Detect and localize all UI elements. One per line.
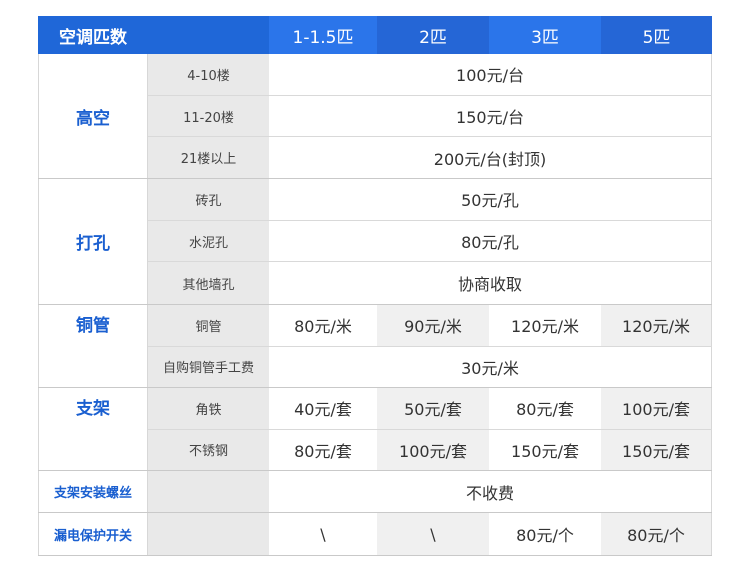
- price-5hp: 120元/米: [601, 305, 712, 346]
- row-value: 50元/孔: [269, 179, 712, 220]
- table-header: 空调匹数 1-1.5匹 2匹 3匹 5匹: [38, 16, 712, 54]
- row-label: 21楼以上: [148, 137, 269, 179]
- row-value: 80元/孔: [269, 220, 712, 262]
- table-row: 11-20楼 150元/台: [148, 95, 712, 138]
- row-value: 不收费: [269, 471, 712, 512]
- price-1-1.5hp: \: [320, 524, 326, 544]
- price-2hp: 100元/套: [377, 429, 489, 470]
- row-value: 200元/台(封顶): [269, 137, 712, 179]
- row-label: 水泥孔: [148, 220, 269, 262]
- table-row: 不收费: [148, 471, 712, 512]
- header-blank: [148, 16, 269, 54]
- row-label: 铜管: [148, 305, 269, 346]
- price-table: 空调匹数 1-1.5匹 2匹 3匹 5匹 高空 4-10楼 100元/台 11-…: [38, 16, 712, 556]
- table-row: 水泥孔 80元/孔: [148, 220, 712, 263]
- row-label: 4-10楼: [148, 54, 269, 95]
- row-label: 自购铜管手工费: [148, 346, 269, 387]
- group-name: 漏电保护开关: [38, 513, 148, 555]
- group-name: 支架: [38, 388, 148, 470]
- row-value: 100元/台: [269, 54, 712, 95]
- table-row: 不锈钢 80元/套 100元/套 150元/套 150元/套: [148, 429, 712, 470]
- table-row: 21楼以上 200元/台(封顶): [148, 137, 712, 179]
- row-value: 协商收取: [269, 262, 712, 304]
- group-drilling: 打孔 砖孔 50元/孔 水泥孔 80元/孔 其他墙孔 协商收取: [38, 179, 712, 305]
- table-row: 角铁 40元/套 50元/套 80元/套 100元/套: [148, 388, 712, 430]
- price-3hp: 150元/套: [511, 441, 579, 461]
- header-1-1.5hp: 1-1.5匹: [269, 16, 377, 54]
- group-name: 支架安装螺丝: [38, 471, 148, 512]
- group-bracket-screws: 支架安装螺丝 不收费: [38, 471, 712, 513]
- group-name: 高空: [38, 54, 148, 178]
- table-row: 砖孔 50元/孔: [148, 179, 712, 221]
- table-row: 4-10楼 100元/台: [148, 54, 712, 96]
- table-row: 铜管 80元/米 90元/米 120元/米 120元/米: [148, 305, 712, 347]
- price-3hp: 120元/米: [511, 317, 579, 337]
- header-3hp: 3匹: [489, 16, 601, 54]
- row-value: 30元/米: [269, 346, 712, 387]
- row-value: 150元/台: [269, 95, 712, 137]
- row-label: 11-20楼: [148, 95, 269, 137]
- price-2hp: 50元/套: [377, 388, 489, 429]
- group-leakage-switch: 漏电保护开关 \ \ 80元/个 80元/个: [38, 513, 712, 556]
- price-5hp: 80元/个: [601, 513, 712, 555]
- price-5hp: 150元/套: [601, 429, 712, 470]
- row-label-blank: [148, 513, 269, 555]
- price-1-1.5hp: 80元/套: [294, 441, 352, 461]
- group-copper-pipe: 铜管 铜管 80元/米 90元/米 120元/米 120元/米 自购铜管手工费 …: [38, 305, 712, 388]
- price-2hp: \: [377, 513, 489, 555]
- row-label: 不锈钢: [148, 429, 269, 470]
- group-high-altitude: 高空 4-10楼 100元/台 11-20楼 150元/台 21楼以上 200元…: [38, 54, 712, 179]
- row-label: 其他墙孔: [148, 262, 269, 304]
- group-name: 打孔: [38, 179, 148, 304]
- group-name: 铜管: [38, 305, 148, 387]
- price-2hp: 90元/米: [377, 305, 489, 346]
- table-row: 其他墙孔 协商收取: [148, 262, 712, 304]
- price-3hp: 80元/个: [516, 526, 574, 545]
- price-5hp: 100元/套: [601, 388, 712, 429]
- header-5hp: 5匹: [601, 16, 712, 54]
- price-1-1.5hp: 40元/套: [294, 400, 352, 420]
- row-label: 砖孔: [148, 179, 269, 220]
- table-row: 自购铜管手工费 30元/米: [148, 346, 712, 387]
- table-row: \ \ 80元/个 80元/个: [148, 513, 712, 555]
- header-ac-size: 空调匹数: [59, 27, 127, 48]
- group-bracket: 支架 角铁 40元/套 50元/套 80元/套 100元/套 不锈钢 80元/套…: [38, 388, 712, 471]
- row-label: 角铁: [148, 388, 269, 429]
- price-1-1.5hp: 80元/米: [294, 317, 352, 337]
- row-label-blank: [148, 471, 269, 512]
- header-2hp: 2匹: [377, 16, 489, 54]
- price-3hp: 80元/套: [516, 400, 574, 420]
